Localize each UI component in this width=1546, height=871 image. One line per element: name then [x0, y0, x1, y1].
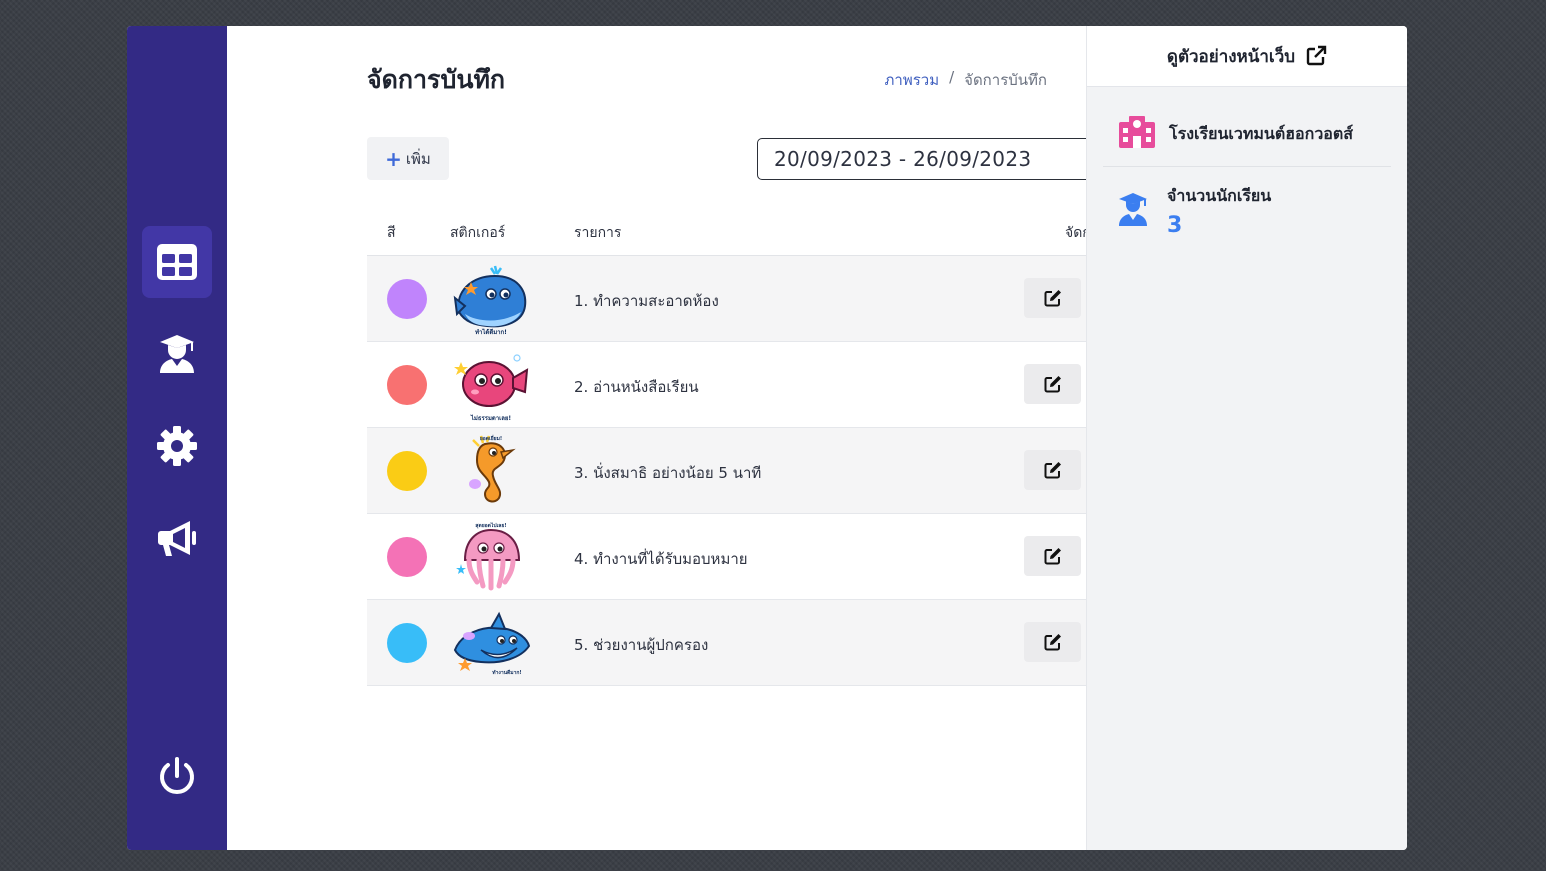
table-row: ไม่ธรรมดาเลย! 2. อ่านหนังสือเรียน [367, 342, 1147, 428]
students-label: จำนวนนักเรียน [1167, 186, 1272, 205]
logout-button[interactable] [142, 741, 212, 813]
breadcrumb-current: จัดการบันทึก [964, 71, 1047, 89]
fish-sticker: ไม่ธรรมดาเลย! [454, 354, 529, 422]
nav-announcements[interactable] [142, 502, 212, 574]
svg-text:สุดยอดไปเลย!: สุดยอดไปเลย! [475, 522, 506, 529]
color-dot [387, 623, 427, 663]
color-dot [387, 365, 427, 405]
gear-icon [157, 426, 197, 466]
add-button-label: เพิ่ม [405, 149, 431, 168]
color-dot [387, 279, 427, 319]
header-item: รายการ [574, 225, 622, 241]
edit-button[interactable] [1024, 622, 1081, 662]
preview-label: ดูตัวอย่างหน้าเว็บ [1166, 46, 1296, 67]
power-icon [160, 757, 194, 794]
seahorse-sticker: ยอดเยี่ยม! [469, 434, 516, 503]
edit-icon [1044, 548, 1061, 565]
edit-button[interactable] [1024, 364, 1081, 404]
graduate-icon [1119, 193, 1147, 226]
sidebar [127, 26, 227, 850]
add-button[interactable]: + เพิ่ม [367, 137, 449, 180]
student-count-card: จำนวนนักเรียน 3 [1117, 184, 1271, 238]
school-info: โรงเรียนเวทมนต์ฮอกวอตส์ [1103, 114, 1391, 167]
edit-button[interactable] [1024, 278, 1081, 318]
records-table: สี สติกเกอร์ รายการ จัดการ [367, 211, 1147, 686]
table-header: สี สติกเกอร์ รายการ จัดการ [367, 211, 1147, 256]
svg-text:ไม่ธรรมดาเลย!: ไม่ธรรมดาเลย! [470, 414, 511, 422]
header-color: สี [387, 225, 396, 241]
date-range-value: 20/09/2023 - 26/09/2023 [774, 147, 1032, 171]
jellyfish-sticker: สุดยอดไปเลย! [456, 522, 521, 591]
table-body: ทำได้ดีมาก! 1. ทำความสะอาดห้อง ไม่ธรรมดา… [367, 256, 1147, 686]
school-icon [1119, 116, 1155, 148]
item-label: 5. ช่วยงานผู้ปกครอง [574, 636, 709, 654]
svg-text:ทำงานดีมาก!: ทำงานดีมาก! [492, 669, 521, 676]
student-count-text: จำนวนนักเรียน 3 [1167, 184, 1271, 238]
table-row: สุดยอดไปเลย! 4. ทำงานที่ได้รับมอบหมาย [367, 514, 1147, 600]
main-content: จัดการบันทึก ภาพรวม / จัดการบันทึก + เพิ… [227, 26, 1147, 850]
nav-dashboard[interactable] [142, 226, 212, 298]
item-label: 2. อ่านหนังสือเรียน [574, 378, 699, 396]
item-label: 4. ทำงานที่ได้รับมอบหมาย [574, 550, 748, 568]
table-row: ทำงานดีมาก! 5. ช่วยงานผู้ปกครอง [367, 600, 1147, 686]
table-icon [157, 244, 197, 280]
svg-text:ยอดเยี่ยม!: ยอดเยี่ยม! [480, 434, 502, 442]
students-count: 3 [1167, 213, 1183, 238]
nav-settings[interactable] [142, 410, 212, 482]
item-label: 1. ทำความสะอาดห้อง [574, 292, 719, 310]
edit-icon [1044, 634, 1061, 651]
edit-icon [1044, 462, 1061, 479]
table-row: ทำได้ดีมาก! 1. ทำความสะอาดห้อง [367, 256, 1147, 342]
color-dot [387, 451, 427, 491]
shark-sticker: ทำงานดีมาก! [453, 611, 531, 676]
external-link-icon [1306, 45, 1327, 66]
preview-website-link[interactable]: ดูตัวอย่างหน้าเว็บ [1087, 26, 1407, 87]
svg-text:ทำได้ดีมาก!: ทำได้ดีมาก! [475, 328, 507, 336]
breadcrumb-separator: / [949, 68, 955, 86]
right-panel: ดูตัวอย่างหน้าเว็บ โรงเรียนเวทมนต์ฮอกวอต… [1086, 26, 1407, 850]
page-title: จัดการบันทึก [367, 65, 506, 94]
whale-sticker: ทำได้ดีมาก! [453, 265, 527, 336]
breadcrumb-home[interactable]: ภาพรวม [885, 68, 940, 92]
item-label: 3. นั่งสมาธิ อย่างน้อย 5 นาที [574, 464, 762, 482]
table-row: ยอดเยี่ยม! 3. นั่งสมาธิ อย่างน้อย 5 นาที [367, 428, 1147, 514]
nav-students[interactable] [142, 318, 212, 390]
edit-button[interactable] [1024, 536, 1081, 576]
megaphone-icon [158, 521, 196, 556]
edit-icon [1044, 376, 1061, 393]
app-window: จัดการบันทึก ภาพรวม / จัดการบันทึก + เพิ… [127, 26, 1407, 850]
plus-icon: + [385, 146, 402, 171]
color-dot [387, 537, 427, 577]
school-name: โรงเรียนเวทมนต์ฮอกวอตส์ [1169, 124, 1354, 143]
edit-button[interactable] [1024, 450, 1081, 490]
edit-icon [1044, 290, 1061, 307]
graduate-icon [160, 335, 194, 373]
breadcrumb: ภาพรวม / จัดการบันทึก [885, 68, 1047, 92]
header-sticker: สติกเกอร์ [450, 225, 506, 241]
